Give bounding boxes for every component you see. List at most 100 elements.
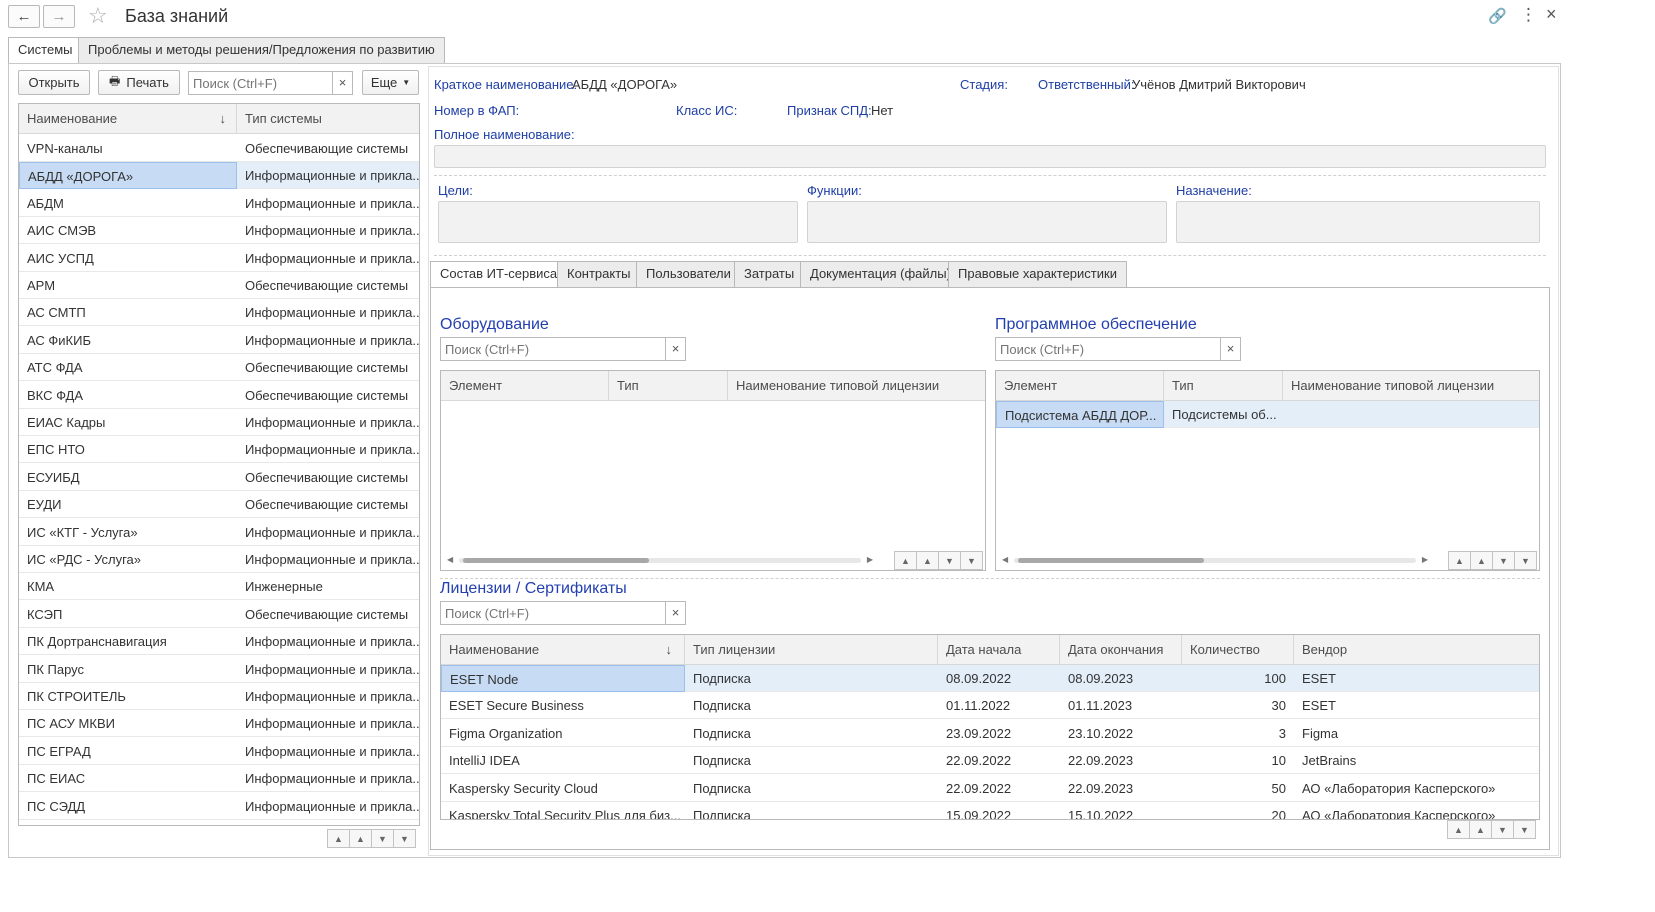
clear-software-search-icon[interactable]: × bbox=[1220, 338, 1240, 360]
link-icon[interactable]: 🔗 bbox=[1488, 7, 1507, 25]
prev-page-icon[interactable]: ▲ bbox=[1470, 551, 1493, 570]
left-search[interactable]: × bbox=[188, 71, 353, 95]
table-row[interactable]: Kaspersky Security Cloud Подписка 22.09.20… bbox=[441, 775, 1539, 802]
print-button[interactable]: 🖶 Печать bbox=[98, 70, 180, 95]
open-button[interactable]: Открыть bbox=[18, 70, 90, 95]
equipment-table[interactable]: Элемент Тип Наименование типовой лицензи… bbox=[440, 370, 986, 571]
goals-field[interactable] bbox=[438, 201, 798, 243]
functions-field[interactable] bbox=[807, 201, 1167, 243]
table-row[interactable]: Kaspersky Total Security Plus для биз...… bbox=[441, 802, 1539, 819]
star-icon[interactable]: ☆ bbox=[88, 3, 108, 29]
purpose-field[interactable] bbox=[1176, 201, 1540, 243]
table-row[interactable]: ПС СЭДД Информационные и прикла... bbox=[19, 793, 419, 820]
lic-col-start[interactable]: Дата начала bbox=[938, 635, 1060, 665]
tab-users[interactable]: Пользователи bbox=[636, 261, 741, 287]
equip-col-license[interactable]: Наименование типовой лицензии bbox=[728, 371, 985, 401]
table-row[interactable]: ESET Secure Business Подписка 01.11.2022 01… bbox=[441, 692, 1539, 720]
last-page-icon[interactable]: ▼ bbox=[1514, 551, 1537, 570]
tab-costs[interactable]: Затраты bbox=[734, 261, 805, 287]
software-search-input[interactable] bbox=[996, 338, 1240, 360]
tab-it-service[interactable]: Состав ИТ-сервиса bbox=[430, 261, 568, 288]
equipment-search[interactable]: × bbox=[440, 337, 686, 361]
table-row[interactable]: АРМ Обеспечивающие системы bbox=[19, 272, 419, 299]
systems-table[interactable]: Наименование ↓ Тип системы VPN-каналы Обес… bbox=[18, 103, 420, 826]
table-row[interactable]: IntelliJ IDEA Подписка 22.09.2022 22.09.202… bbox=[441, 747, 1539, 775]
clear-equipment-search-icon[interactable]: × bbox=[665, 338, 685, 360]
table-row[interactable]: ИС «КТГ - Услуга» Информационные и прикла… bbox=[19, 519, 419, 546]
last-page-icon[interactable]: ▼ bbox=[1513, 820, 1536, 839]
table-row[interactable]: АИС УСПД Информационные и прикла... bbox=[19, 245, 419, 272]
software-search[interactable]: × bbox=[995, 337, 1241, 361]
next-page-icon[interactable]: ▼ bbox=[1491, 820, 1514, 839]
lic-col-qty[interactable]: Количество bbox=[1182, 635, 1294, 665]
lic-col-end[interactable]: Дата окончания bbox=[1060, 635, 1182, 665]
equip-col-type[interactable]: Тип bbox=[609, 371, 728, 401]
close-icon[interactable]: × bbox=[1546, 4, 1557, 25]
table-row[interactable]: ЕПС НТО Информационные и прикла... bbox=[19, 436, 419, 464]
table-row[interactable]: КМА Инженерные bbox=[19, 573, 419, 601]
software-table[interactable]: Элемент Тип Наименование типовой лицензи… bbox=[995, 370, 1540, 571]
table-row[interactable]: VPN-каналы Обеспечивающие системы bbox=[19, 135, 419, 162]
lic-col-name[interactable]: Наименование ↓ bbox=[441, 635, 685, 665]
table-row[interactable]: ПК СТРОИТЕЛЬ Информационные и прикла... bbox=[19, 683, 419, 710]
col-name-header[interactable]: Наименование ↓ bbox=[19, 104, 237, 134]
tab-systems[interactable]: Системы bbox=[8, 37, 83, 64]
table-row[interactable]: Подсистема АБДД ДОР... Подсистемы об... bbox=[996, 401, 1539, 428]
equipment-search-input[interactable] bbox=[441, 338, 685, 360]
full-name-field[interactable] bbox=[434, 145, 1546, 168]
prev-page-icon[interactable]: ▲ bbox=[916, 551, 939, 570]
next-page-icon[interactable]: ▼ bbox=[371, 829, 394, 848]
lic-col-vendor[interactable]: Вендор bbox=[1294, 635, 1539, 665]
licenses-search-input[interactable] bbox=[441, 602, 685, 624]
table-row[interactable]: ИС «РДС - Услуга» Информационные и прикла… bbox=[19, 546, 419, 573]
left-search-input[interactable] bbox=[189, 72, 352, 94]
table-row[interactable]: ПС ЕИАС Информационные и прикла... bbox=[19, 765, 419, 793]
table-row[interactable]: ПК Дортранснавигация Информационные и при… bbox=[19, 628, 419, 656]
equip-col-element[interactable]: Элемент bbox=[441, 371, 609, 401]
licenses-search[interactable]: × bbox=[440, 601, 686, 625]
tab-contracts[interactable]: Контракты bbox=[557, 261, 641, 287]
table-row[interactable]: ESET Node Подписка 08.09.2022 08.09.2023 100… bbox=[441, 665, 1539, 692]
table-row[interactable]: АТС ФДА Обеспечивающие системы bbox=[19, 354, 419, 382]
sw-col-license[interactable]: Наименование типовой лицензии bbox=[1283, 371, 1539, 401]
tab-legal[interactable]: Правовые характеристики bbox=[948, 261, 1127, 287]
next-page-icon[interactable]: ▼ bbox=[938, 551, 961, 570]
table-row[interactable]: ЕСУИБД Обеспечивающие системы bbox=[19, 464, 419, 491]
table-row[interactable]: АИС СМЭВ Информационные и прикла... bbox=[19, 217, 419, 245]
forward-button[interactable]: → bbox=[43, 5, 75, 28]
first-page-icon[interactable]: ▲ bbox=[1448, 551, 1471, 570]
next-page-icon[interactable]: ▼ bbox=[1492, 551, 1515, 570]
table-row[interactable]: АС ФиКИБ Информационные и прикла... bbox=[19, 327, 419, 354]
more-button[interactable]: Еще ▼ bbox=[362, 70, 419, 95]
table-row[interactable]: АС СМТП Информационные и прикла... bbox=[19, 299, 419, 327]
last-page-icon[interactable]: ▼ bbox=[960, 551, 983, 570]
prev-page-icon[interactable]: ▲ bbox=[1469, 820, 1492, 839]
table-row[interactable]: КСЭП Обеспечивающие системы bbox=[19, 601, 419, 628]
table-row[interactable]: ЕИАС Кадры Информационные и прикла... bbox=[19, 409, 419, 436]
last-page-icon[interactable]: ▼ bbox=[393, 829, 416, 848]
equipment-hscroll[interactable]: ◀ ▶ bbox=[445, 553, 875, 567]
table-row[interactable]: Figma Organization Подписка 23.09.2022 23.1… bbox=[441, 720, 1539, 747]
software-hscroll[interactable]: ◀ ▶ bbox=[1000, 553, 1430, 567]
tab-problems[interactable]: Проблемы и методы решения/Предложения по… bbox=[78, 37, 445, 63]
table-row[interactable]: ВКС ФДА Обеспечивающие системы bbox=[19, 382, 419, 409]
clear-search-icon[interactable]: × bbox=[332, 72, 352, 94]
sw-col-type[interactable]: Тип bbox=[1164, 371, 1283, 401]
kebab-menu-icon[interactable]: ⋮ bbox=[1520, 5, 1537, 25]
table-row[interactable]: ПС АСУ МКВИ Информационные и прикла... bbox=[19, 710, 419, 738]
clear-licenses-search-icon[interactable]: × bbox=[665, 602, 685, 624]
back-button[interactable]: ← bbox=[8, 5, 40, 28]
col-type-header[interactable]: Тип системы bbox=[237, 104, 419, 134]
tab-documentation[interactable]: Документация (файлы) bbox=[800, 261, 961, 287]
prev-page-icon[interactable]: ▲ bbox=[349, 829, 372, 848]
table-row[interactable]: ПК Парус Информационные и прикла... bbox=[19, 656, 419, 683]
first-page-icon[interactable]: ▲ bbox=[1447, 820, 1470, 839]
first-page-icon[interactable]: ▲ bbox=[894, 551, 917, 570]
licenses-table[interactable]: Наименование ↓ Тип лицензии Дата начала Д… bbox=[440, 634, 1540, 820]
sw-col-element[interactable]: Элемент bbox=[996, 371, 1164, 401]
table-row[interactable]: АБДМ Информационные и прикла... bbox=[19, 190, 419, 217]
first-page-icon[interactable]: ▲ bbox=[327, 829, 350, 848]
table-row[interactable]: ЕУДИ Обеспечивающие системы bbox=[19, 491, 419, 519]
table-row[interactable]: АБДД «ДОРОГА» Информационные и прикла... bbox=[19, 162, 419, 190]
lic-col-type[interactable]: Тип лицензии bbox=[685, 635, 938, 665]
